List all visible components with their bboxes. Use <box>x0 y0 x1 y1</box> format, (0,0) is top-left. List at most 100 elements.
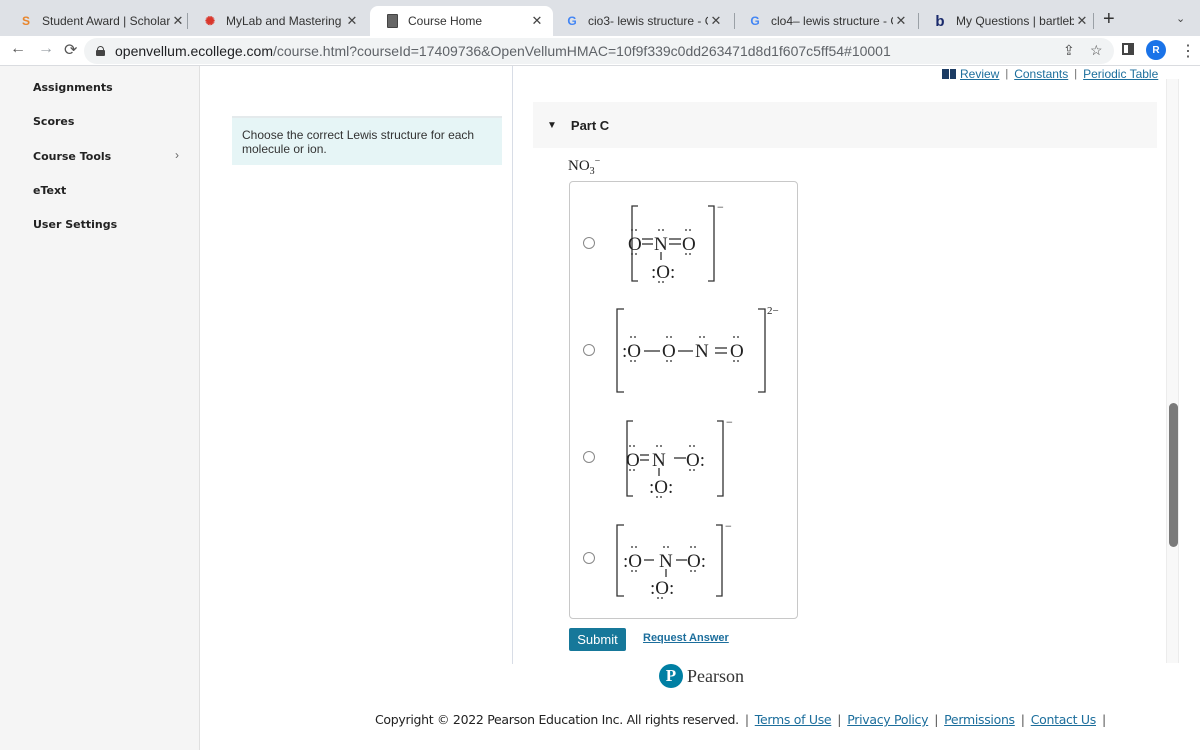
lewis-structure-c: − O N O: :O: <box>626 415 733 498</box>
url-host: openvellum.ecollege.com <box>115 43 273 59</box>
bartleby-icon: b <box>935 12 945 30</box>
browser-tab-google-clo4[interactable]: G clo4– lewis structure - Goo ✕ <box>733 6 917 36</box>
charge-label: − <box>717 200 724 214</box>
chevron-right-icon[interactable]: › <box>175 148 179 162</box>
part-c-header[interactable]: ▼ Part C <box>533 102 1157 148</box>
svg-text::O:: :O: <box>651 262 675 283</box>
browser-tab-bar: S Student Award | Scholarship ✕ ✺ MyLab … <box>0 0 1200 36</box>
forward-arrow-icon[interactable]: → <box>38 40 54 58</box>
sidebar-item-scores[interactable]: Scores <box>33 115 74 128</box>
svg-text:N: N <box>695 341 709 362</box>
separator: | <box>1101 712 1106 727</box>
choice-d[interactable]: − :O N O: :O: <box>570 509 797 617</box>
close-tab-icon[interactable]: ✕ <box>529 13 545 29</box>
terms-of-use-link[interactable]: Terms of Use <box>755 712 832 727</box>
svg-text:O: O <box>626 450 640 471</box>
tab-title: My Questions | bartleby <box>956 14 1074 28</box>
charge-label: − <box>726 415 733 429</box>
formula-subscript: 3 <box>589 166 595 177</box>
charge-label: 2− <box>767 305 779 317</box>
sidebar-item-assignments[interactable]: Assignments <box>33 81 113 94</box>
address-bar[interactable]: openvellum.ecollege.com/course.html?cour… <box>84 38 1114 64</box>
browser-tab-bartleby[interactable]: b My Questions | bartleby ✕ <box>918 6 1098 36</box>
svg-text:N: N <box>659 551 673 572</box>
close-tab-icon[interactable]: ✕ <box>1074 13 1090 29</box>
submit-button[interactable]: Submit <box>569 628 626 651</box>
scrollbar-thumb[interactable] <box>1169 403 1178 547</box>
request-answer-link[interactable]: Request Answer <box>643 632 729 644</box>
periodic-table-link[interactable]: Periodic Table <box>1083 67 1158 81</box>
book-icon <box>942 69 956 79</box>
profile-avatar[interactable]: R <box>1146 40 1166 60</box>
privacy-policy-link[interactable]: Privacy Policy <box>847 712 928 727</box>
browser-tab-mylab[interactable]: ✺ MyLab and Mastering ✕ <box>188 6 368 36</box>
instructions-box: Choose the correct Lewis structure for e… <box>232 116 502 165</box>
separator: | <box>1005 68 1009 80</box>
tab-title: Course Home <box>408 14 483 28</box>
separator: | <box>1020 712 1025 727</box>
page-footer: Copyright © 2022 Pearson Education Inc. … <box>375 712 1112 727</box>
google-icon: G <box>750 14 760 28</box>
close-tab-icon[interactable]: ✕ <box>344 13 360 29</box>
choice-b[interactable]: 2− :O O N O <box>570 294 797 404</box>
bookmark-star-icon[interactable]: ☆ <box>1090 42 1103 59</box>
svg-text::O:: :O: <box>650 578 674 599</box>
lewis-structure-d: − :O N O: :O: <box>616 519 732 599</box>
browser-tab-course-home[interactable]: Course Home ✕ <box>370 6 553 36</box>
tab-title: clo4– lewis structure - Goo <box>771 14 893 28</box>
browser-tab-student-award[interactable]: S Student Award | Scholarship ✕ <box>4 6 194 36</box>
close-tab-icon[interactable]: ✕ <box>170 13 186 29</box>
copyright-text: Copyright © 2022 Pearson Education Inc. … <box>375 712 739 727</box>
tab-title: Student Award | Scholarship <box>42 14 170 28</box>
svg-text::O: :O <box>622 341 641 362</box>
collapse-triangle-icon[interactable]: ▼ <box>547 120 557 131</box>
close-tab-icon[interactable]: ✕ <box>708 13 724 29</box>
part-label: Part C <box>570 117 610 133</box>
browser-tab-google-cio3[interactable]: G cio3- lewis structure - Goo ✕ <box>550 6 732 36</box>
scholarship-icon: S <box>21 14 30 28</box>
review-link[interactable]: Review <box>960 67 999 81</box>
svg-text:N: N <box>654 234 668 255</box>
contact-us-link[interactable]: Contact Us <box>1031 712 1097 727</box>
tab-title: MyLab and Mastering <box>226 14 342 28</box>
sidebar-item-etext[interactable]: eText <box>33 184 66 197</box>
question-formula: NO3− <box>568 156 600 177</box>
resource-links: Review | Constants | Periodic Table <box>942 67 1158 81</box>
tab-search-chevron-icon[interactable]: ⌄ <box>1176 12 1185 25</box>
choice-a[interactable]: − O N O :O: <box>570 182 797 294</box>
document-icon <box>384 13 400 29</box>
sidebar-item-course-tools[interactable]: Course Tools <box>33 150 111 163</box>
lewis-structure-a: − O N O :O: <box>628 200 724 283</box>
separator: | <box>1074 68 1078 80</box>
tab-separator <box>1093 13 1094 29</box>
pearson-logo-icon: P <box>659 664 683 688</box>
separator: | <box>837 712 842 727</box>
reload-icon[interactable]: ⟳ <box>64 40 77 60</box>
content-scrollbar[interactable] <box>1166 79 1179 663</box>
formula-charge: − <box>594 156 601 167</box>
course-sidebar: Assignments Scores Course Tools › eText … <box>0 66 200 750</box>
pearson-wordmark: Pearson <box>687 665 744 686</box>
back-arrow-icon[interactable]: ← <box>10 40 26 58</box>
lewis-structure-b: 2− :O O N O <box>616 305 779 393</box>
svg-text::O:: :O: <box>649 477 673 498</box>
choice-c[interactable]: − O N O: :O: <box>570 404 797 509</box>
constants-link[interactable]: Constants <box>1014 67 1068 81</box>
answer-choices: − O N O :O: 2− :O O N O − O N O::O: −:… <box>569 181 798 619</box>
url-path: /course.html?courseId=17409736&OpenVellu… <box>272 43 891 59</box>
svg-text::O: :O <box>623 551 642 572</box>
google-icon: G <box>567 14 577 28</box>
separator: | <box>934 712 939 727</box>
new-tab-button[interactable]: + <box>1103 8 1115 31</box>
intro-pane: Choose the correct Lewis structure for e… <box>200 66 513 664</box>
browser-toolbar: ← → ⟳ openvellum.ecollege.com/course.htm… <box>0 36 1200 66</box>
svg-text:N: N <box>652 450 666 471</box>
share-icon[interactable]: ⇪ <box>1063 42 1075 59</box>
browser-menu-icon[interactable]: ⋮ <box>1180 41 1196 61</box>
permissions-link[interactable]: Permissions <box>944 712 1015 727</box>
separator: | <box>744 712 749 727</box>
close-tab-icon[interactable]: ✕ <box>893 13 909 29</box>
svg-text:O: O <box>628 234 642 255</box>
side-panel-icon[interactable] <box>1122 42 1134 58</box>
sidebar-item-user-settings[interactable]: User Settings <box>33 218 117 231</box>
